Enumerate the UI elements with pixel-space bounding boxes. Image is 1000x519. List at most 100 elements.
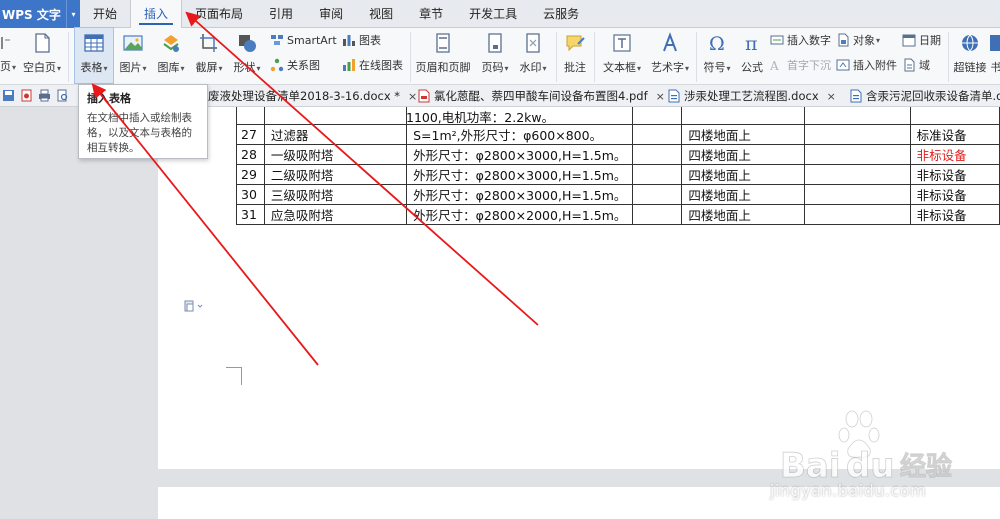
tab-chapter[interactable]: 章节	[406, 0, 456, 28]
attachment-button[interactable]: 插入附件	[836, 56, 897, 74]
symbol-label: 符号	[703, 61, 726, 74]
insert-number-button[interactable]: 插入数字	[770, 31, 831, 49]
symbol-button[interactable]: Ω 符号▾	[700, 28, 734, 75]
page-number-button[interactable]: 页码▾	[476, 28, 514, 75]
object-icon	[838, 33, 849, 47]
row-number: 29	[236, 163, 265, 185]
shape-button[interactable]: 形状▾	[228, 28, 266, 75]
equipment-location: 四楼地面上	[681, 143, 806, 165]
table-button[interactable]: 表格▾	[75, 28, 113, 75]
doc-tab[interactable]: 涉汞处理工艺流程图.docx ×	[668, 85, 836, 107]
chart-button[interactable]: 图表	[342, 31, 381, 49]
textbox-button[interactable]: 文本框▾	[600, 28, 644, 75]
screenshot-button[interactable]: 截屏▾	[190, 28, 228, 75]
ribbon-separator	[68, 32, 69, 82]
app-menu-button[interactable]: WPS 文字 ▾	[0, 0, 80, 28]
date-label: 日期	[919, 34, 941, 47]
doc-tab-label: 涉汞处理工艺流程图.docx	[684, 89, 819, 103]
gallery-icon	[163, 35, 179, 52]
insert-number-label: 插入数字	[787, 34, 831, 47]
bar-chart-icon	[343, 35, 355, 46]
doc-tab-active[interactable]: 废液处理设备清单2018-3-16.docx * ×	[208, 85, 417, 107]
tab-references[interactable]: 引用	[256, 0, 306, 28]
equipment-name: 三级吸附塔	[263, 183, 408, 205]
doc-tab[interactable]: 氯化蒽醌、萘四甲酸车间设备布置图4.pdf ×	[418, 85, 665, 107]
table-row[interactable]: 30 三级吸附塔 外形尺寸：φ2800×3000,H=1.5m。 四楼地面上 非…	[236, 183, 1000, 205]
gallery-button[interactable]: 图库▾	[152, 28, 190, 75]
wordart-label: 艺术字	[650, 61, 684, 74]
relationship-label: 关系图	[287, 59, 320, 72]
formula-button[interactable]: π 公式	[736, 28, 768, 75]
equipment-spec: 外形尺寸：φ2800×2000,H=1.5m。	[406, 203, 634, 225]
page-break-top[interactable]	[0, 34, 17, 52]
relationship-chart-button[interactable]: 关系图	[270, 56, 320, 74]
tab-home[interactable]: 开始	[80, 0, 130, 28]
svg-text:du: du	[846, 446, 895, 486]
online-chart-label: 在线图表	[359, 59, 403, 72]
globe-link-icon	[962, 34, 978, 52]
equipment-name: 一级吸附塔	[263, 143, 408, 165]
bookmark-button[interactable]: 书	[990, 28, 1000, 75]
equipment-name: 应急吸附塔	[263, 203, 408, 225]
save-icon[interactable]	[2, 89, 15, 102]
app-dropdown-icon[interactable]: ▾	[66, 0, 80, 28]
close-icon[interactable]: ×	[656, 90, 665, 103]
tab-review[interactable]: 审阅	[306, 0, 356, 28]
table-row[interactable]: 31 应急吸附塔 外形尺寸：φ2800×2000,H=1.5m。 四楼地面上 非…	[236, 203, 1000, 225]
tab-developer[interactable]: 开发工具	[456, 0, 530, 28]
gallery-label: 图库	[157, 61, 180, 74]
svg-text:Ω: Ω	[709, 33, 725, 54]
drop-cap-icon: A	[770, 59, 779, 72]
watermark-url: jingyan.baidu.com	[770, 481, 927, 500]
calendar-icon	[902, 34, 916, 47]
print-preview-icon[interactable]	[56, 89, 69, 102]
blank-page-icon	[35, 33, 50, 53]
pdf-export-icon[interactable]	[20, 89, 33, 102]
tab-page-layout[interactable]: 页面布局	[182, 0, 256, 28]
doc-tab-label: 含汞污泥回收汞设备清单.d	[866, 89, 1000, 103]
smartart-button[interactable]: SmartArt	[270, 31, 337, 49]
ribbon-separator	[556, 32, 557, 82]
equipment-qty	[632, 163, 683, 185]
object-button[interactable]: 对象 ▾	[836, 31, 880, 49]
online-chart-icon	[343, 59, 355, 71]
comment-button[interactable]: 批注	[560, 28, 590, 75]
field-button[interactable]: 域	[902, 56, 930, 74]
number-icon	[770, 35, 784, 45]
omega-icon: Ω	[709, 33, 725, 54]
close-icon[interactable]: ×	[408, 90, 417, 103]
svg-text:经验: 经验	[900, 451, 952, 482]
tab-view[interactable]: 视图	[356, 0, 406, 28]
picture-button[interactable]: 图片▾	[114, 28, 152, 75]
table-row[interactable]: 29 二级吸附塔 外形尺寸：φ2800×3000,H=1.5m。 四楼地面上 非…	[236, 163, 1000, 185]
smartart-label: SmartArt	[287, 33, 337, 47]
insert-table-tooltip: 插入表格 在文档中插入或绘制表格，以及文本与表格的相互转换。	[78, 84, 208, 159]
tab-insert[interactable]: 插入	[130, 0, 183, 29]
field-label: 域	[919, 59, 930, 72]
attachment-label: 插入附件	[853, 59, 897, 72]
formula-label: 公式	[741, 61, 763, 74]
equipment-type: 非标设备	[909, 183, 1000, 205]
svg-text:A: A	[770, 59, 779, 72]
ribbon-separator	[948, 32, 949, 82]
tab-cloud[interactable]: 云服务	[530, 0, 592, 28]
wordart-icon	[663, 32, 677, 52]
print-icon[interactable]	[38, 89, 51, 102]
page-break-button[interactable]: 页▾	[0, 58, 16, 74]
paste-options-icon[interactable]	[183, 299, 205, 313]
header-footer-button[interactable]: 页眉和页脚	[414, 28, 472, 75]
table-row[interactable]: 27 过滤器 S=1m²,外形尺寸：φ600×800。 四楼地面上 标准设备	[236, 123, 1000, 145]
date-button[interactable]: 日期	[902, 31, 941, 49]
close-icon[interactable]: ×	[827, 90, 836, 103]
equipment-qty	[632, 183, 683, 205]
table-row[interactable]: 28 一级吸附塔 外形尺寸：φ2800×3000,H=1.5m。 四楼地面上 非…	[236, 143, 1000, 165]
chart-label: 图表	[359, 34, 381, 47]
blank-page-button[interactable]: 空白页▾	[22, 28, 62, 75]
wordart-button[interactable]: 艺术字▾	[648, 28, 692, 75]
menu-tabs: 开始 插入 页面布局 引用 审阅 视图 章节 开发工具 云服务	[80, 0, 592, 29]
doc-tab[interactable]: 含汞污泥回收汞设备清单.d	[850, 85, 1000, 107]
watermark-button[interactable]: 水印▾	[514, 28, 552, 75]
drop-cap-button[interactable]: A 首字下沉	[770, 56, 831, 74]
hyperlink-button[interactable]: 超链接	[950, 28, 990, 75]
online-chart-button[interactable]: 在线图表	[342, 56, 403, 74]
